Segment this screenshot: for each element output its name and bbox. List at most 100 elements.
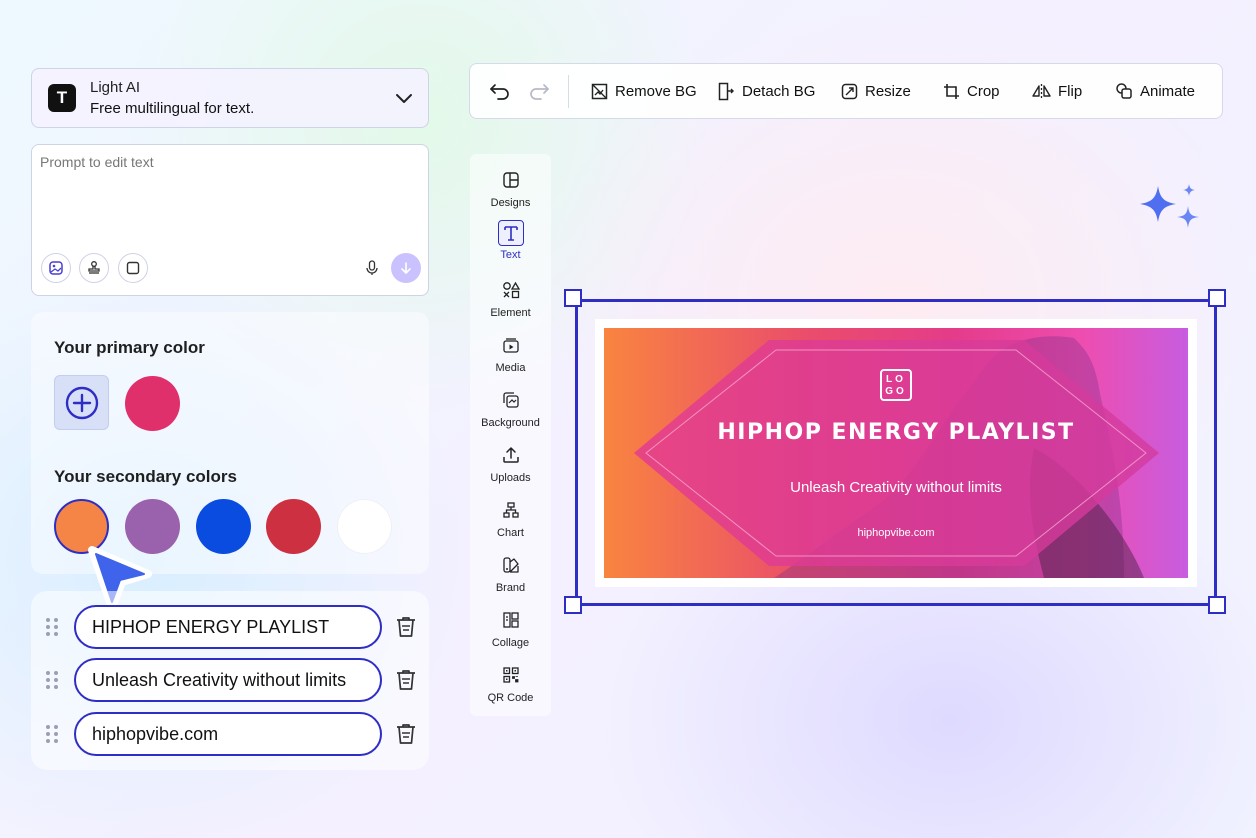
trash-icon[interactable] bbox=[395, 722, 417, 746]
rail-label: Chart bbox=[497, 527, 524, 539]
model-name: Light AI bbox=[90, 79, 141, 96]
image-edit-icon bbox=[48, 260, 64, 276]
flip-label: Flip bbox=[1058, 82, 1083, 100]
microphone-icon[interactable] bbox=[365, 260, 379, 276]
stamp-button[interactable] bbox=[79, 253, 109, 283]
banner-design[interactable]: LO GO HIPHOP ENERGY PLAYLIST Unleash Cre… bbox=[604, 328, 1188, 578]
brand-icon bbox=[499, 553, 523, 577]
banner-title[interactable]: HIPHOP ENERGY PLAYLIST bbox=[604, 420, 1188, 445]
rail-label: Uploads bbox=[490, 472, 531, 484]
undo-button[interactable] bbox=[489, 64, 511, 118]
text-field-row: hiphopvibe.com bbox=[31, 712, 429, 756]
designs-icon bbox=[499, 168, 523, 192]
brand-colors-panel: Your primary color Your secondary colors bbox=[31, 312, 429, 574]
model-selector[interactable]: T Light AI Free multilingual for text. bbox=[31, 68, 429, 128]
frame-button[interactable] bbox=[118, 253, 148, 283]
rail-item-collage[interactable]: Collage bbox=[470, 608, 551, 658]
plus-circle-icon bbox=[65, 386, 99, 420]
text-field[interactable]: HIPHOP ENERGY PLAYLIST bbox=[74, 605, 382, 649]
text-field-row: Unleash Creativity without limits bbox=[31, 658, 429, 702]
detach-bg-button[interactable]: Detach BG bbox=[718, 64, 815, 118]
drag-handle-icon[interactable] bbox=[45, 724, 59, 744]
chevron-down-icon[interactable] bbox=[394, 88, 414, 108]
resize-handle-bottom-right[interactable] bbox=[1208, 596, 1226, 614]
rail-item-background[interactable]: Background bbox=[470, 388, 551, 438]
send-button[interactable] bbox=[391, 253, 421, 283]
resize-handle-top-right[interactable] bbox=[1208, 289, 1226, 307]
prompt-box bbox=[31, 144, 429, 296]
stamp-icon bbox=[86, 260, 102, 276]
resize-label: Resize bbox=[865, 82, 911, 100]
square-icon bbox=[126, 261, 140, 275]
background-icon bbox=[499, 388, 523, 412]
crop-label: Crop bbox=[967, 82, 1000, 100]
crop-icon bbox=[943, 83, 960, 100]
rail-item-qr-code[interactable]: QR Code bbox=[470, 663, 551, 713]
rail-item-uploads[interactable]: Uploads bbox=[470, 443, 551, 493]
sparkles-icon bbox=[1138, 184, 1204, 238]
prompt-input[interactable] bbox=[40, 154, 420, 170]
remove-bg-label: Remove BG bbox=[615, 82, 697, 100]
redo-button[interactable] bbox=[528, 64, 550, 118]
secondary-color-swatch[interactable] bbox=[196, 499, 251, 554]
remove-bg-button[interactable]: Remove BG bbox=[591, 64, 697, 118]
element-icon bbox=[499, 278, 523, 302]
primary-color-heading: Your primary color bbox=[54, 338, 205, 357]
flip-button[interactable]: Flip bbox=[1032, 64, 1082, 118]
upload-icon bbox=[499, 443, 523, 467]
resize-handle-bottom-left[interactable] bbox=[564, 596, 582, 614]
banner-artwork bbox=[634, 336, 1159, 578]
banner-url[interactable]: hiphopvibe.com bbox=[604, 527, 1188, 539]
banner-logo-text: GO bbox=[885, 386, 907, 397]
resize-icon bbox=[841, 83, 858, 100]
redo-icon bbox=[528, 82, 550, 100]
rail-item-element[interactable]: Element bbox=[470, 278, 551, 328]
remove-bg-icon bbox=[591, 83, 608, 100]
rail-item-chart[interactable]: Chart bbox=[470, 498, 551, 548]
model-description: Free multilingual for text. bbox=[90, 100, 255, 117]
text-field-row: HIPHOP ENERGY PLAYLIST bbox=[31, 605, 429, 649]
trash-icon[interactable] bbox=[395, 668, 417, 692]
rail-label: Media bbox=[495, 362, 526, 374]
rail-label: QR Code bbox=[487, 692, 534, 704]
rail-label: Designs bbox=[490, 197, 531, 209]
chart-icon bbox=[499, 498, 523, 522]
flip-icon bbox=[1032, 83, 1051, 100]
rail-item-media[interactable]: Media bbox=[470, 333, 551, 383]
banner-logo: LO GO bbox=[880, 369, 912, 401]
animate-button[interactable]: Animate bbox=[1115, 64, 1195, 118]
secondary-colors-heading: Your secondary colors bbox=[54, 467, 237, 486]
text-icon bbox=[497, 220, 524, 246]
arrow-down-icon bbox=[399, 261, 413, 275]
add-color-button[interactable] bbox=[54, 375, 109, 430]
rail-label: Collage bbox=[491, 637, 530, 649]
animate-label: Animate bbox=[1140, 82, 1196, 100]
secondary-color-swatch[interactable] bbox=[337, 499, 392, 554]
image-edit-button[interactable] bbox=[41, 253, 71, 283]
resize-handle-top-left[interactable] bbox=[564, 289, 582, 307]
rail-label: Background bbox=[481, 417, 540, 429]
rail-item-brand[interactable]: Brand bbox=[470, 553, 551, 603]
trash-icon[interactable] bbox=[395, 615, 417, 639]
collage-icon bbox=[499, 608, 523, 632]
banner-logo-text: LO bbox=[886, 374, 906, 385]
rail-label: Brand bbox=[495, 582, 526, 594]
side-rail: Designs Text Element Media Background Up… bbox=[470, 154, 551, 716]
text-field[interactable]: hiphopvibe.com bbox=[74, 712, 382, 756]
rail-item-designs[interactable]: Designs bbox=[470, 168, 551, 218]
secondary-color-swatch[interactable] bbox=[266, 499, 321, 554]
toolbar-divider bbox=[568, 75, 569, 108]
detach-bg-icon bbox=[718, 82, 735, 101]
text-fields-panel: HIPHOP ENERGY PLAYLIST Unleash Creativit… bbox=[31, 591, 429, 770]
drag-handle-icon[interactable] bbox=[45, 670, 59, 690]
media-icon bbox=[499, 333, 523, 357]
qr-code-icon bbox=[499, 663, 523, 687]
drag-handle-icon[interactable] bbox=[45, 617, 59, 637]
rail-label: Text bbox=[500, 249, 521, 261]
primary-color-swatch[interactable] bbox=[125, 376, 180, 431]
text-field[interactable]: Unleash Creativity without limits bbox=[74, 658, 382, 702]
rail-item-text[interactable]: Text bbox=[470, 220, 551, 270]
crop-button[interactable]: Crop bbox=[943, 64, 1000, 118]
resize-button[interactable]: Resize bbox=[841, 64, 911, 118]
banner-subtitle[interactable]: Unleash Creativity without limits bbox=[604, 479, 1188, 496]
